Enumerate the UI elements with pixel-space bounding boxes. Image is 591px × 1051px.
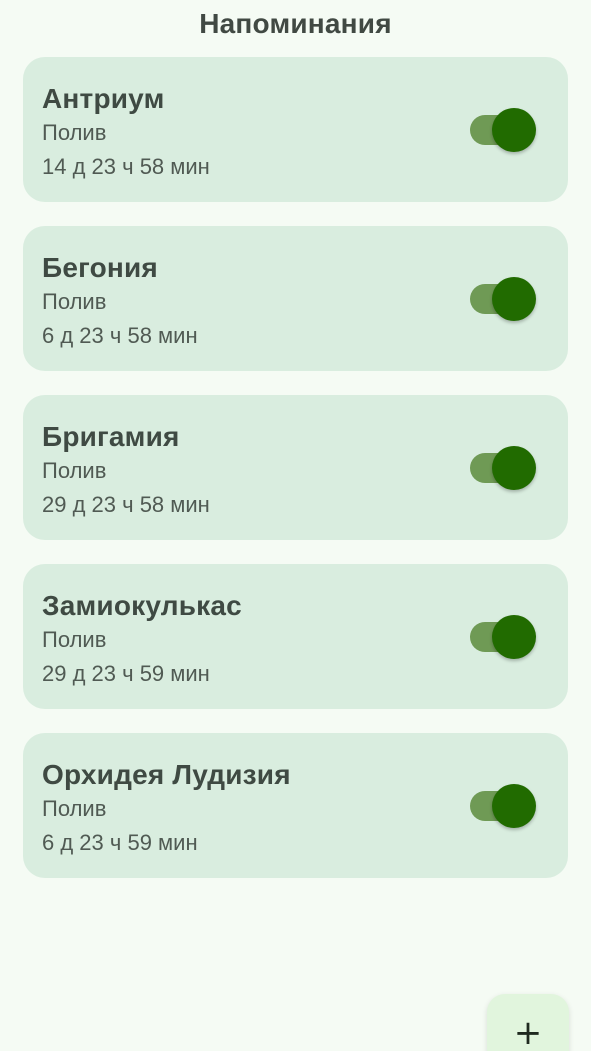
reminder-toggle[interactable]	[470, 784, 536, 828]
toggle-thumb	[492, 615, 536, 659]
reminder-list: Антриум Полив 14 д 23 ч 58 мин Бегония П…	[23, 57, 568, 902]
reminders-screen: Напоминания Антриум Полив 14 д 23 ч 58 м…	[0, 0, 591, 1051]
reminder-time: 6 д 23 ч 58 мин	[42, 323, 198, 348]
reminder-time: 14 д 23 ч 58 мин	[42, 154, 210, 179]
reminder-card-1[interactable]: Бегония Полив 6 д 23 ч 58 мин	[23, 226, 568, 371]
reminder-time: 6 д 23 ч 59 мин	[42, 830, 198, 855]
reminder-plant-name: Замиокулькас	[42, 590, 242, 621]
reminder-card-2[interactable]: Бригамия Полив 29 д 23 ч 58 мин	[23, 395, 568, 540]
reminder-toggle[interactable]	[470, 446, 536, 490]
reminder-plant-name: Бегония	[42, 252, 158, 283]
reminder-toggle[interactable]	[470, 108, 536, 152]
add-reminder-button[interactable]: +	[487, 994, 569, 1051]
reminder-toggle[interactable]	[470, 277, 536, 321]
toggle-thumb	[492, 277, 536, 321]
reminder-card-3[interactable]: Замиокулькас Полив 29 д 23 ч 59 мин	[23, 564, 568, 709]
toggle-thumb	[492, 446, 536, 490]
plus-icon: +	[513, 1013, 543, 1051]
reminder-plant-name: Бригамия	[42, 421, 180, 452]
toggle-thumb	[492, 784, 536, 828]
reminder-toggle[interactable]	[470, 615, 536, 659]
reminder-plant-name: Орхидея Лудизия	[42, 759, 291, 790]
toggle-thumb	[492, 108, 536, 152]
reminder-plant-name: Антриум	[42, 83, 165, 114]
reminder-time: 29 д 23 ч 58 мин	[42, 492, 210, 517]
reminder-time: 29 д 23 ч 59 мин	[42, 661, 210, 686]
reminder-card-4[interactable]: Орхидея Лудизия Полив 6 д 23 ч 59 мин	[23, 733, 568, 878]
page-title: Напоминания	[199, 8, 392, 39]
reminder-card-0[interactable]: Антриум Полив 14 д 23 ч 58 мин	[23, 57, 568, 202]
